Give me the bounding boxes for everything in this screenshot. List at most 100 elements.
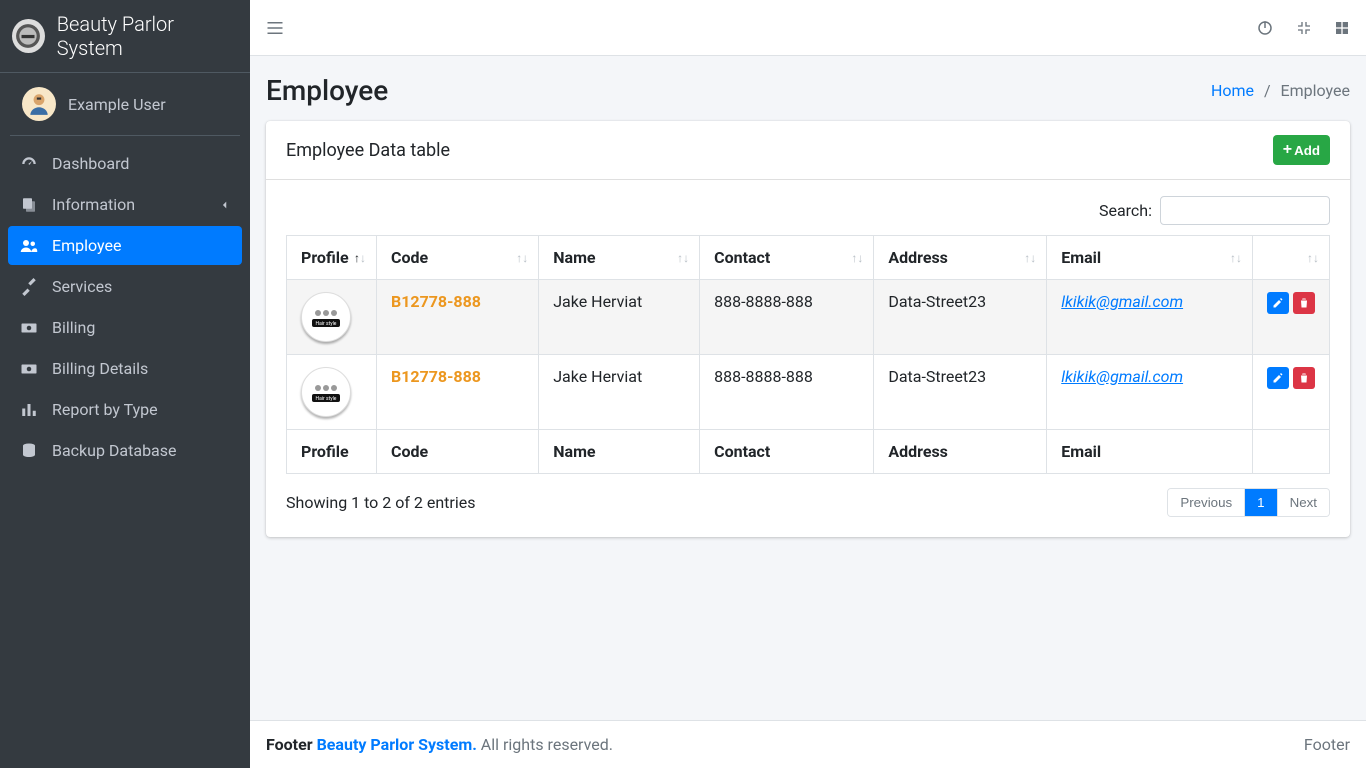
breadcrumb-sep: /: [1264, 81, 1271, 100]
breadcrumb-home[interactable]: Home: [1211, 81, 1254, 100]
cell-name: Jake Herviat: [539, 280, 700, 355]
card-title: Employee Data table: [286, 140, 450, 161]
add-button-label: Add: [1294, 143, 1320, 158]
employee-code-link[interactable]: B12778-888: [391, 292, 481, 311]
cell-email: lkikik@gmail.com: [1047, 280, 1253, 355]
compress-icon[interactable]: [1296, 20, 1312, 36]
sidebar-item-report-by-type[interactable]: Report by Type: [8, 390, 242, 429]
page-next[interactable]: Next: [1277, 489, 1329, 516]
sort-icon: ↑↓: [1024, 251, 1036, 265]
tools-icon: [20, 278, 42, 296]
footer-right: Footer: [1304, 735, 1350, 754]
user-panel[interactable]: Example User: [10, 73, 240, 136]
edit-button[interactable]: [1267, 367, 1289, 389]
foot-email: Email: [1047, 430, 1253, 474]
sidebar-item-dashboard[interactable]: Dashboard: [8, 144, 242, 183]
brand-logo-icon: [12, 19, 45, 53]
money-icon: [20, 360, 42, 378]
col-address[interactable]: Address↑↓: [874, 236, 1047, 280]
card-header: Employee Data table +Add: [266, 121, 1350, 180]
sidebar-item-backup-database[interactable]: Backup Database: [8, 431, 242, 470]
table-header-row: Profile↑↓ Code↑↓ Name↑↓ Contact↑↓ Addres…: [287, 236, 1330, 280]
user-name: Example User: [68, 95, 166, 114]
sort-icon: ↑↓: [354, 251, 366, 265]
add-button[interactable]: +Add: [1273, 135, 1330, 165]
sidebar-item-label: Services: [52, 277, 112, 296]
card-body: Search: Profile↑↓ Code↑↓ Name↑↓ Contact↑…: [266, 180, 1350, 537]
cell-address: Data-Street23: [874, 280, 1047, 355]
employee-card: Employee Data table +Add Search: Profile…: [266, 121, 1350, 537]
col-contact[interactable]: Contact↑↓: [700, 236, 874, 280]
sidebar-item-billing-details[interactable]: Billing Details: [8, 349, 242, 388]
cell-profile: Hair style: [287, 280, 377, 355]
page-prev[interactable]: Previous: [1168, 489, 1244, 516]
brand[interactable]: Beauty Parlor System: [0, 0, 250, 73]
main-wrapper: Employee Home / Employee Employee Data t…: [250, 0, 1366, 768]
col-profile[interactable]: Profile↑↓: [287, 236, 377, 280]
sidebar-item-label: Billing: [52, 318, 95, 337]
sidebar: Beauty Parlor System Example User Dashbo…: [0, 0, 250, 768]
power-icon[interactable]: [1256, 19, 1274, 37]
sidebar-item-label: Billing Details: [52, 359, 148, 378]
chart-bar-icon: [20, 401, 42, 419]
cell-address: Data-Street23: [874, 355, 1047, 430]
sidebar-item-label: Information: [52, 195, 135, 214]
table-footer: Showing 1 to 2 of 2 entries Previous 1 N…: [286, 488, 1330, 517]
plus-icon: +: [1283, 141, 1292, 159]
foot-profile: Profile: [287, 430, 377, 474]
foot-name: Name: [539, 430, 700, 474]
menu-toggle-icon[interactable]: [266, 19, 284, 37]
cell-profile: Hair style: [287, 355, 377, 430]
pagination: Previous 1 Next: [1167, 488, 1330, 517]
cell-actions: [1253, 355, 1330, 430]
col-code[interactable]: Code↑↓: [377, 236, 539, 280]
col-email[interactable]: Email↑↓: [1047, 236, 1253, 280]
col-name[interactable]: Name↑↓: [539, 236, 700, 280]
search-label: Search:: [1099, 201, 1152, 220]
delete-button[interactable]: [1293, 292, 1315, 314]
footer-system-link[interactable]: Beauty Parlor System.: [317, 735, 477, 754]
employee-table: Profile↑↓ Code↑↓ Name↑↓ Contact↑↓ Addres…: [286, 235, 1330, 474]
sort-icon: ↑↓: [851, 251, 863, 265]
cell-code: B12778-888: [377, 355, 539, 430]
sidebar-item-information[interactable]: Information: [8, 185, 242, 224]
employee-email-link[interactable]: lkikik@gmail.com: [1061, 367, 1183, 386]
grid-icon[interactable]: [1334, 20, 1350, 36]
employee-email-link[interactable]: lkikik@gmail.com: [1061, 292, 1183, 311]
foot-actions: [1253, 430, 1330, 474]
money-icon: [20, 319, 42, 337]
edit-button[interactable]: [1267, 292, 1289, 314]
delete-button[interactable]: [1293, 367, 1315, 389]
table-row: Hair style B12778-888 Jake Herviat 888-8…: [287, 280, 1330, 355]
database-icon: [20, 442, 42, 460]
user-avatar-icon: [22, 87, 56, 121]
top-nav: [250, 0, 1366, 56]
sidebar-item-billing[interactable]: Billing: [8, 308, 242, 347]
table-footer-row: Profile Code Name Contact Address Email: [287, 430, 1330, 474]
brand-title: Beauty Parlor System: [57, 12, 238, 60]
content-header: Employee Home / Employee: [250, 56, 1366, 121]
sidebar-item-label: Backup Database: [52, 441, 177, 460]
svg-text:Hair style: Hair style: [316, 396, 337, 402]
search-row: Search:: [286, 196, 1330, 225]
breadcrumb: Home / Employee: [1211, 81, 1350, 100]
cell-code: B12778-888: [377, 280, 539, 355]
page-footer: Footer Beauty Parlor System. All rights …: [250, 720, 1366, 768]
col-actions[interactable]: ↑↓: [1253, 236, 1330, 280]
sort-icon: ↑↓: [1307, 251, 1319, 265]
employee-avatar-icon: Hair style: [301, 367, 351, 417]
sidebar-item-employee[interactable]: Employee: [8, 226, 242, 265]
sort-icon: ↑↓: [677, 251, 689, 265]
page-title: Employee: [266, 74, 388, 107]
page-1[interactable]: 1: [1244, 489, 1276, 516]
cell-name: Jake Herviat: [539, 355, 700, 430]
cell-actions: [1253, 280, 1330, 355]
search-input[interactable]: [1160, 196, 1330, 225]
foot-address: Address: [874, 430, 1047, 474]
sort-icon: ↑↓: [516, 251, 528, 265]
sidebar-item-services[interactable]: Services: [8, 267, 242, 306]
breadcrumb-current: Employee: [1281, 81, 1350, 100]
employee-code-link[interactable]: B12778-888: [391, 367, 481, 386]
gauge-icon: [20, 155, 42, 173]
cell-contact: 888-8888-888: [700, 355, 874, 430]
